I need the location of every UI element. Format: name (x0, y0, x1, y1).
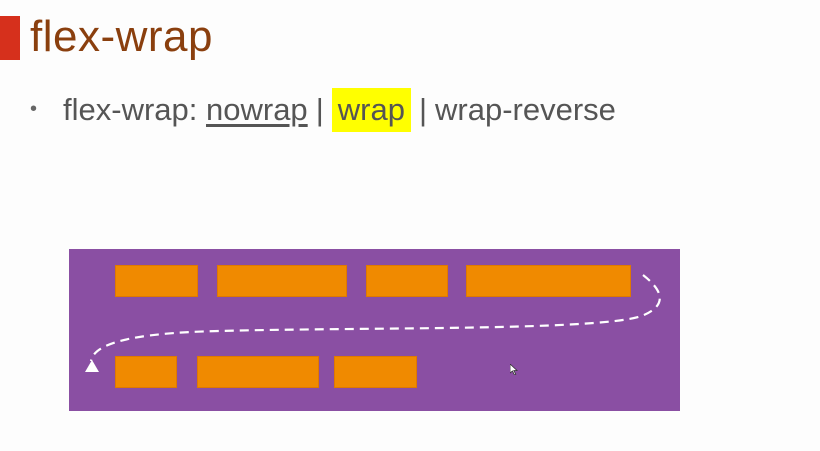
separator: | (418, 92, 428, 127)
arrowhead-icon (85, 360, 99, 372)
option-wrap-reverse: wrap-reverse (435, 92, 616, 127)
flex-container-diagram (69, 249, 680, 411)
bullet-line: • flex-wrap: nowrap | wrap | wrap-revers… (30, 88, 616, 132)
slide-title: flex-wrap (30, 12, 213, 61)
mouse-cursor-icon (510, 364, 518, 375)
option-wrap-highlighted: wrap (331, 88, 411, 132)
separator: | (315, 92, 324, 127)
bullet-prefix: flex-wrap: (63, 92, 206, 127)
option-nowrap: nowrap (206, 92, 308, 127)
slide: flex-wrap • flex-wrap: nowrap | wrap | w… (0, 0, 820, 451)
bullet-dot-icon: • (30, 97, 38, 120)
title-accent-bar (0, 16, 20, 60)
wrap-flow-arrow (85, 274, 661, 372)
